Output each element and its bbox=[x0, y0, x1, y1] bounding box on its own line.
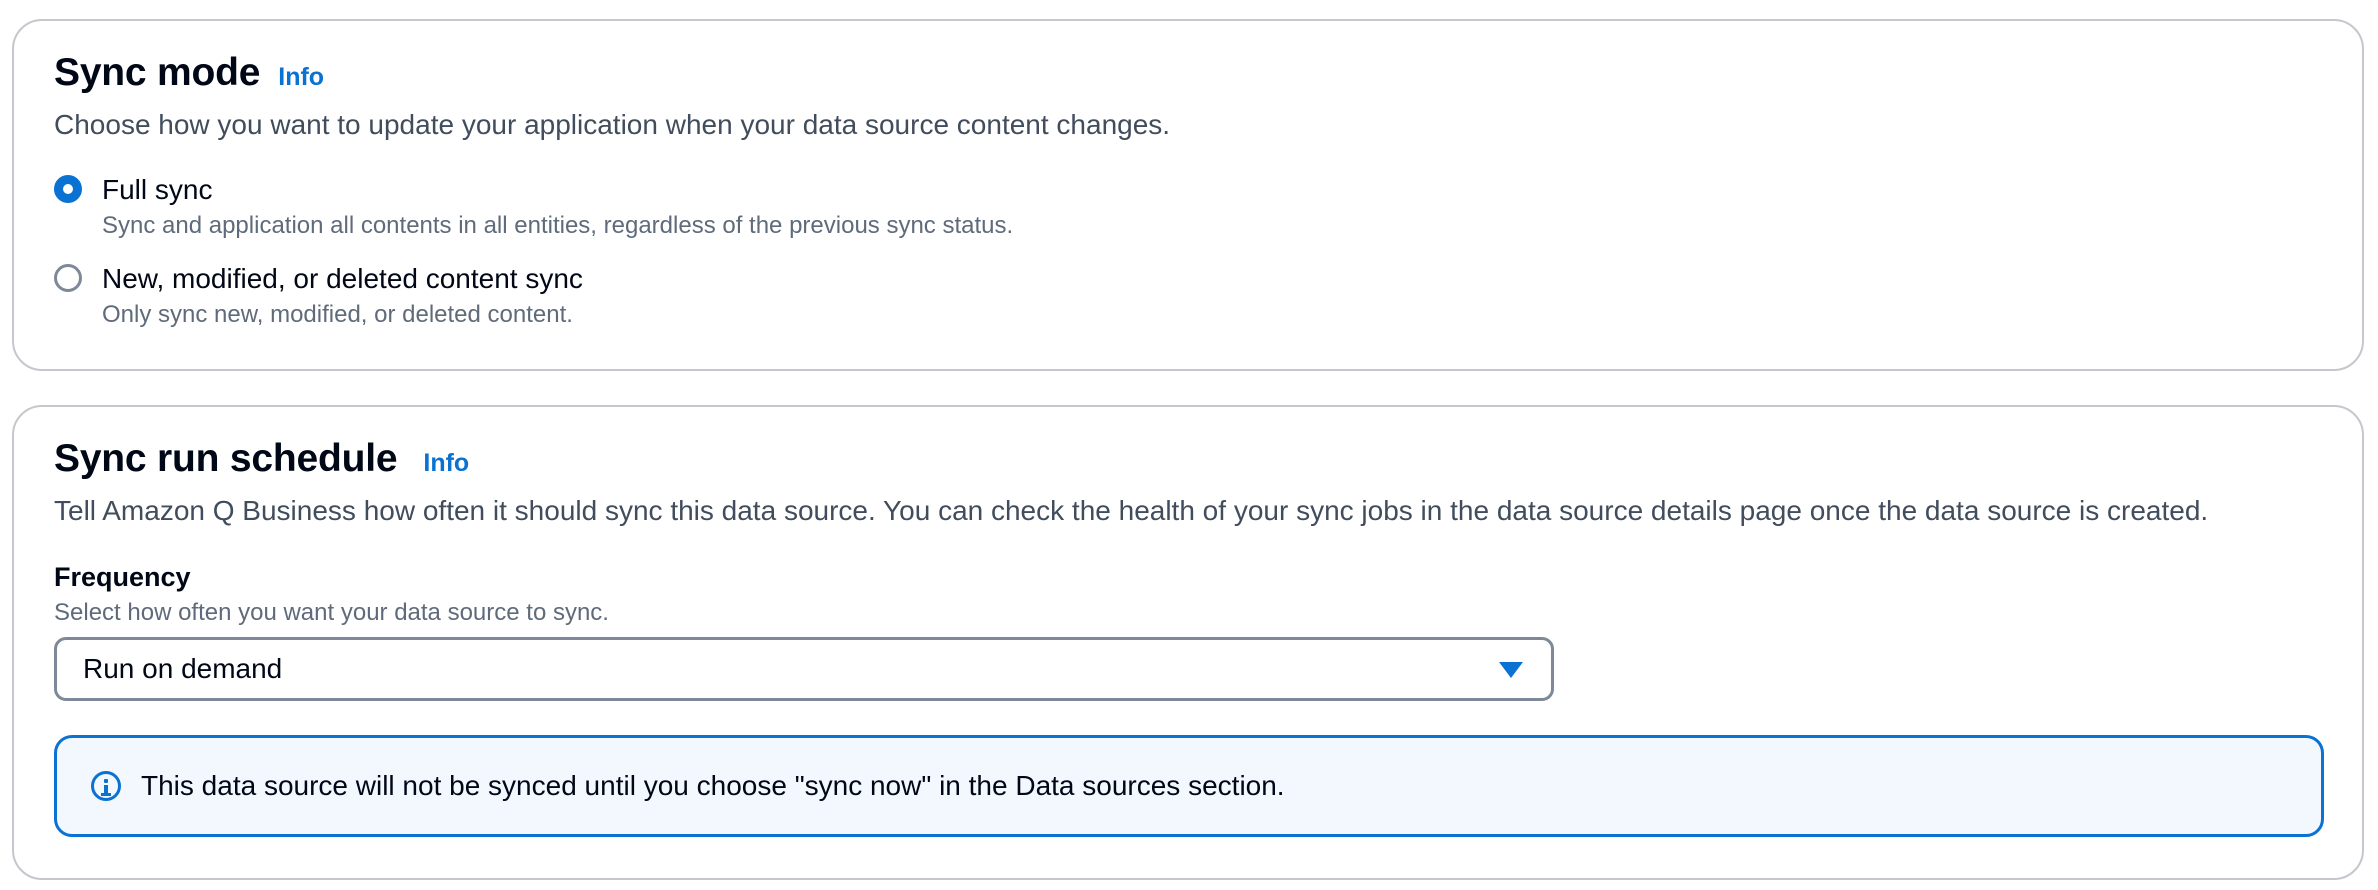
frequency-description: Select how often you want your data sour… bbox=[54, 599, 609, 626]
caret-down-icon bbox=[1499, 662, 1523, 678]
sync-run-schedule-info-link[interactable]: Info bbox=[423, 449, 469, 478]
full-sync-description: Sync and application all contents in all… bbox=[102, 212, 1014, 239]
sync-run-schedule-panel: Sync run schedule Info Tell Amazon Q Bus… bbox=[12, 405, 2364, 880]
frequency-select-value: Run on demand bbox=[83, 653, 283, 684]
incremental-sync-radio[interactable] bbox=[54, 264, 82, 292]
sync-mode-panel: Sync mode Info Choose how you want to up… bbox=[12, 19, 2364, 371]
incremental-sync-description: Only sync new, modified, or deleted cont… bbox=[102, 301, 573, 328]
radio-option-incremental-sync[interactable]: New, modified, or deleted content sync O… bbox=[54, 262, 583, 330]
info-alert: This data source will not be synced unti… bbox=[54, 735, 2324, 837]
sync-mode-header: Sync mode Info bbox=[54, 51, 324, 95]
sync-mode-description: Choose how you want to update your appli… bbox=[54, 109, 1171, 140]
sync-run-schedule-header: Sync run schedule Info bbox=[54, 437, 469, 481]
full-sync-label[interactable]: Full sync bbox=[102, 173, 1013, 207]
sync-mode-title: Sync mode bbox=[54, 51, 261, 94]
sync-mode-info-link[interactable]: Info bbox=[278, 63, 324, 92]
sync-run-schedule-description: Tell Amazon Q Business how often it shou… bbox=[54, 495, 2209, 526]
frequency-select[interactable]: Run on demand bbox=[54, 637, 1554, 701]
radio-option-full-sync[interactable]: Full sync Sync and application all conte… bbox=[54, 173, 1013, 241]
incremental-sync-label[interactable]: New, modified, or deleted content sync bbox=[102, 262, 583, 296]
incremental-sync-text: New, modified, or deleted content sync O… bbox=[102, 262, 583, 330]
info-alert-text: This data source will not be synced unti… bbox=[141, 770, 1285, 801]
full-sync-text: Full sync Sync and application all conte… bbox=[102, 173, 1013, 241]
full-sync-radio[interactable] bbox=[54, 175, 82, 203]
sync-run-schedule-title: Sync run schedule bbox=[54, 437, 398, 480]
frequency-label: Frequency bbox=[54, 562, 191, 592]
info-icon bbox=[91, 771, 121, 801]
